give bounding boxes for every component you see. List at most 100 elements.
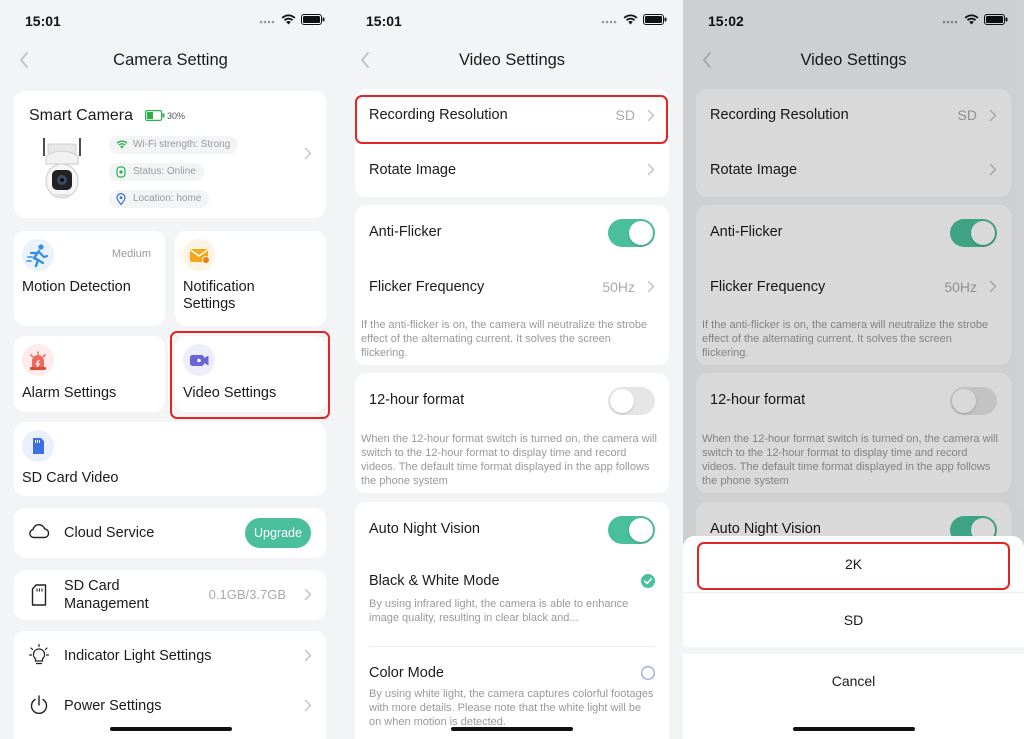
recording-resolution-highlight: [355, 95, 668, 144]
light-bulb-icon: [29, 644, 49, 665]
sd-card-management-row[interactable]: SD Card Management 0.1GB/3.7GB: [14, 570, 326, 620]
home-indicator: [451, 727, 573, 731]
hour12-toggle[interactable]: [608, 387, 655, 415]
anti-flicker-card: Anti-Flicker Flicker Frequency 50Hz If t…: [355, 205, 669, 365]
color-mode-description: By using white light, the camera capture…: [369, 688, 654, 728]
home-indicator: [109, 727, 232, 731]
battery-icon: [643, 14, 667, 25]
page-title: Video Settings: [458, 51, 566, 69]
status-bar: 15:01: [341, 0, 683, 40]
anti-flicker-row: Anti-Flicker: [355, 205, 669, 261]
status-time: 15:01: [25, 13, 61, 29]
rotate-image-label: Rotate Image: [369, 162, 457, 178]
auto-night-vision-row: Auto Night Vision: [355, 502, 669, 556]
chevron-right-icon: [647, 163, 655, 176]
page-title: Camera Setting: [113, 51, 228, 69]
status-pill: Status: Online: [109, 163, 204, 181]
device-card[interactable]: Smart Camera 30% Wi-Fi strength: Strong: [14, 91, 326, 218]
auto-night-vision-toggle[interactable]: [608, 516, 655, 544]
chevron-right-icon: [304, 588, 312, 601]
motion-detection-label: Motion Detection: [22, 279, 131, 295]
flicker-frequency-row[interactable]: Flicker Frequency 50Hz: [355, 261, 669, 315]
status-icon: [116, 166, 126, 178]
sd-card-video-tile[interactable]: SD Card Video: [14, 422, 326, 496]
video-settings-highlight: [170, 331, 330, 419]
wifi-icon: [623, 14, 638, 25]
video-settings-screen: 15:01 Video Settings Recording Resolutio…: [341, 0, 683, 739]
selected-check-icon: [641, 574, 655, 588]
location-text: Location: home: [133, 193, 202, 204]
battery-icon: [301, 14, 325, 25]
resolution-picker-screen: 15:02 Video Settings Recording Resolutio…: [683, 0, 1024, 739]
indicator-light-row[interactable]: Indicator Light Settings: [14, 631, 326, 681]
hour12-card: 12-hour format When the 12-hour format s…: [355, 373, 669, 493]
power-icon: [30, 695, 48, 714]
option-2k-highlight: [697, 542, 1010, 590]
status-time: 15:01: [366, 13, 402, 29]
sd-card-management-label: SD Card Management: [64, 578, 149, 612]
option-sd[interactable]: SD: [683, 593, 1024, 647]
system-icons: [601, 14, 667, 25]
cloud-service-row[interactable]: Cloud Service Upgrade: [14, 508, 326, 558]
cellular-icon: [601, 20, 617, 23]
bw-mode-description: By using infrared light, the camera is a…: [369, 598, 629, 624]
cloud-service-label: Cloud Service: [64, 525, 155, 541]
status-text: Status: Online: [133, 166, 196, 177]
status-bar: 15:01: [0, 0, 341, 40]
battery-level-icon: [145, 110, 165, 121]
unselected-radio-icon: [641, 666, 655, 680]
night-vision-card: Auto Night Vision Black & White Mode By …: [355, 502, 669, 739]
upgrade-button[interactable]: Upgrade: [245, 518, 311, 548]
system-icons: [259, 14, 325, 25]
chevron-right-icon: [304, 649, 312, 662]
device-name: Smart Camera: [29, 107, 134, 124]
cancel-label: Cancel: [831, 673, 876, 689]
sd-card-outline-icon: [31, 584, 47, 606]
nav-bar: Video Settings: [341, 40, 683, 80]
cloud-icon: [29, 523, 50, 539]
sd-card-icon: [22, 430, 54, 462]
wifi-icon: [281, 14, 296, 25]
notification-settings-label: Notification Settings: [183, 279, 255, 312]
alarm-settings-label: Alarm Settings: [22, 385, 117, 401]
chevron-right-icon: [304, 699, 312, 712]
wifi-strength-pill: Wi-Fi strength: Strong: [109, 136, 239, 154]
chevron-right-icon: [647, 280, 655, 293]
power-settings-row[interactable]: Power Settings: [14, 681, 326, 731]
alarm-siren-icon: [22, 344, 54, 376]
wifi-icon: [116, 140, 128, 149]
screenshots-composite: 15:01 Camera Setting Smart Camera 30% Wi…: [0, 0, 1024, 739]
option-sd-label: SD: [843, 612, 864, 628]
motion-detection-tile[interactable]: Medium Motion Detection: [14, 231, 165, 326]
cellular-icon: [259, 20, 275, 23]
power-settings-label: Power Settings: [64, 698, 162, 714]
anti-flicker-toggle[interactable]: [608, 219, 655, 247]
flicker-frequency-value: 50Hz: [602, 279, 635, 295]
hour12-description: When the 12-hour format switch is turned…: [361, 433, 657, 487]
chevron-right-icon: [304, 147, 312, 160]
home-indicator: [792, 727, 915, 731]
color-mode-label: Color Mode: [369, 665, 444, 681]
indicator-light-label: Indicator Light Settings: [64, 648, 212, 664]
anti-flicker-description: If the anti-flicker is on, the camera wi…: [361, 319, 648, 359]
battery-percent: 30%: [167, 110, 186, 121]
motion-level: Medium: [111, 248, 151, 260]
camera-setting-screen: 15:01 Camera Setting Smart Camera 30% Wi…: [0, 0, 341, 739]
divider: [369, 646, 655, 647]
light-power-card: Indicator Light Settings Power Settings: [14, 631, 326, 739]
location-pill: Location: home: [109, 190, 210, 208]
notification-settings-tile[interactable]: Notification Settings: [175, 231, 326, 326]
alarm-settings-tile[interactable]: Alarm Settings: [14, 336, 165, 412]
sd-card-video-label: SD Card Video: [22, 470, 119, 486]
toggle-knob: [629, 221, 653, 245]
camera-image: [43, 138, 81, 199]
notification-envelope-icon: [183, 239, 215, 271]
bw-mode-row[interactable]: Black & White Mode By using infrared lig…: [355, 562, 669, 642]
toggle-knob: [629, 518, 653, 542]
motion-detection-icon: [22, 239, 54, 271]
rotate-image-row[interactable]: Rotate Image: [355, 143, 669, 197]
location-icon: [116, 193, 126, 205]
toggle-knob: [610, 389, 634, 413]
sd-card-capacity: 0.1GB/3.7GB: [208, 587, 286, 602]
nav-bar: Camera Setting: [0, 40, 341, 80]
